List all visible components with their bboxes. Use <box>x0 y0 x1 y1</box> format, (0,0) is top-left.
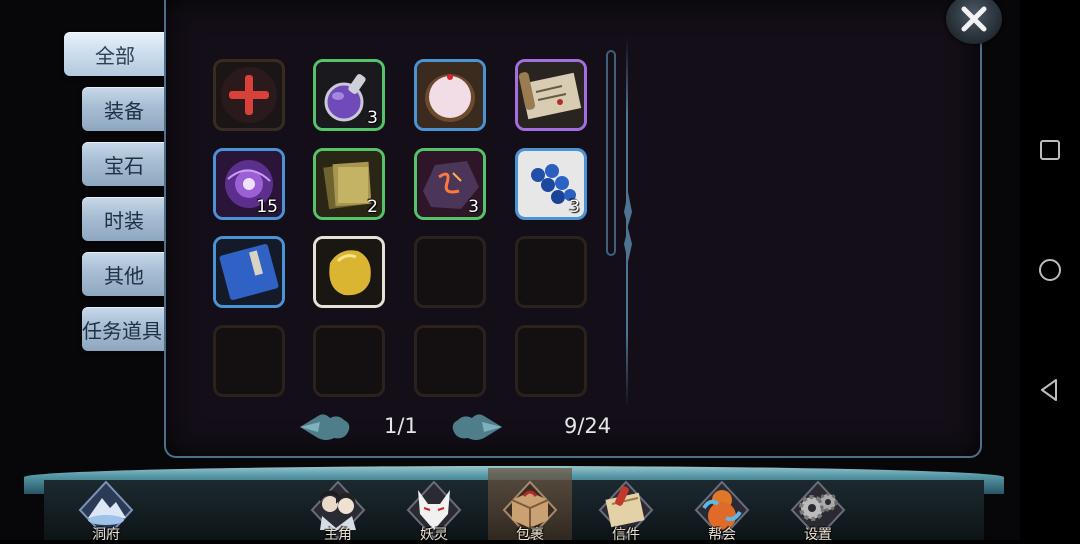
game-screen: 全部 装备 宝石 时装 其他 任务道具 3 15 2 3 3 1/1 9/24 … <box>0 0 1020 543</box>
menu-guild-button[interactable]: 帮会 <box>690 478 754 543</box>
back-button[interactable] <box>1035 375 1065 405</box>
inventory-panel: 3 15 2 3 3 1/1 9/24 <box>164 0 982 458</box>
recent-apps-icon <box>1040 140 1060 160</box>
item-count: 3 <box>468 197 479 217</box>
system-nav-bar <box>1020 0 1080 540</box>
inventory-slot-empty[interactable] <box>515 325 587 397</box>
menu-label: 包裹 <box>516 527 544 543</box>
home-button[interactable] <box>1035 255 1065 285</box>
item-count: 3 <box>569 197 580 217</box>
menu-hero-button[interactable]: 主角 <box>306 478 370 543</box>
tab-gems[interactable]: 宝石 <box>82 142 166 186</box>
next-page-arrow-icon[interactable] <box>448 410 504 444</box>
page-indicator: 1/1 <box>384 414 418 438</box>
menu-label: 妖灵 <box>420 527 448 543</box>
red-cross-icon <box>221 67 277 123</box>
divider-ornament-icon <box>624 192 632 262</box>
inventory-slot[interactable] <box>313 236 385 308</box>
inventory-slot[interactable] <box>414 59 486 131</box>
tab-quest-items[interactable]: 任务道具 <box>82 307 166 351</box>
inventory-slot[interactable]: 2 <box>313 148 385 220</box>
menu-cave-button[interactable]: 洞府 <box>74 478 138 543</box>
scroll-map-icon <box>518 62 584 128</box>
item-count: 3 <box>367 108 378 128</box>
home-icon <box>1039 259 1061 281</box>
menu-label: 帮会 <box>708 527 736 543</box>
inventory-slot[interactable] <box>213 236 285 308</box>
scrollbar[interactable] <box>606 50 616 256</box>
inventory-slot[interactable]: 3 <box>414 148 486 220</box>
blue-skill-book-icon <box>216 239 282 305</box>
inventory-slot[interactable]: 3 <box>515 148 587 220</box>
inventory-slot-empty[interactable] <box>213 325 285 397</box>
pink-dumpling-icon <box>417 62 483 128</box>
bag-capacity: 9/24 <box>564 414 612 438</box>
inventory-slot-empty[interactable] <box>313 325 385 397</box>
menu-label: 主角 <box>324 527 352 543</box>
menu-label: 设置 <box>804 527 832 543</box>
menu-settings-button[interactable]: 设置 <box>786 478 850 543</box>
menu-spirit-button[interactable]: 妖灵 <box>402 478 466 543</box>
inventory-slot[interactable]: 15 <box>213 148 285 220</box>
inventory-slot[interactable] <box>515 59 587 131</box>
close-button[interactable] <box>946 0 1002 44</box>
tab-fashion[interactable]: 时装 <box>82 197 166 241</box>
menu-package-button[interactable]: 包裹 <box>498 478 562 543</box>
inventory-slot[interactable]: 3 <box>313 59 385 131</box>
back-icon <box>1041 379 1057 401</box>
inventory-slot-empty[interactable] <box>414 236 486 308</box>
tab-equipment[interactable]: 装备 <box>82 87 166 131</box>
item-count: 15 <box>256 197 278 217</box>
menu-label: 信件 <box>612 527 640 543</box>
gold-ore-icon <box>316 239 382 305</box>
tab-all[interactable]: 全部 <box>64 32 166 76</box>
inventory-slot-empty[interactable] <box>515 236 587 308</box>
prev-page-arrow-icon[interactable] <box>298 410 354 444</box>
inventory-slot-empty[interactable] <box>414 325 486 397</box>
menu-label: 洞府 <box>92 527 120 543</box>
close-icon <box>961 6 987 32</box>
menu-mail-button[interactable]: 信件 <box>594 478 658 543</box>
item-count: 2 <box>367 197 378 217</box>
tab-other[interactable]: 其他 <box>82 252 166 296</box>
recent-apps-button[interactable] <box>1035 135 1065 165</box>
inventory-slot[interactable] <box>213 59 285 131</box>
